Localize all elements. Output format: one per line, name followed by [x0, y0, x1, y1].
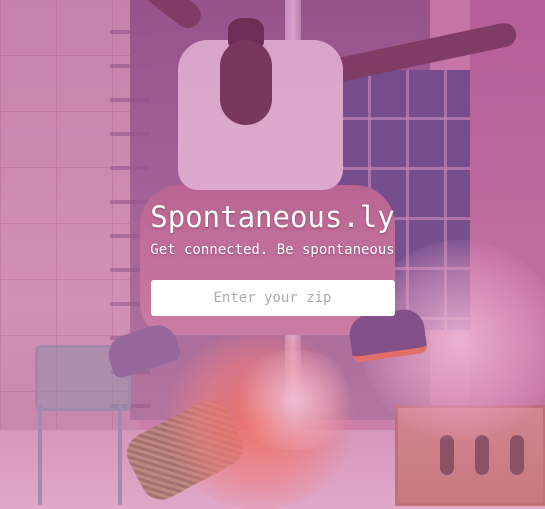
zip-input[interactable] — [150, 280, 395, 316]
zip-search-form — [150, 280, 395, 316]
hero-section: Spontaneous.ly Get connected. Be spontan… — [0, 0, 545, 509]
hero-content: Spontaneous.ly Get connected. Be spontan… — [0, 197, 545, 316]
brand-title: Spontaneous.ly — [150, 200, 395, 234]
brand-tagline: Get connected. Be spontaneous — [150, 242, 395, 258]
